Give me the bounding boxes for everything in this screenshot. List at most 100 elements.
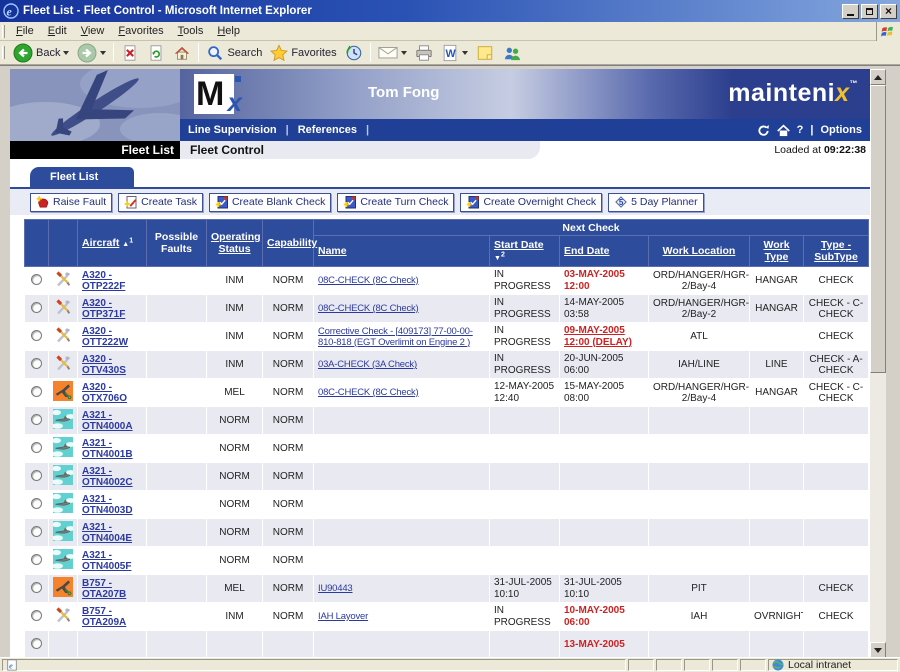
scroll-thumb[interactable] <box>870 85 886 373</box>
toolbar-grip2[interactable] <box>2 46 5 59</box>
options-link[interactable]: Options <box>820 124 862 136</box>
row-select-radio[interactable] <box>31 470 42 481</box>
back-dropdown-icon[interactable] <box>63 51 69 58</box>
menu-item[interactable]: File <box>9 23 41 39</box>
discuss-button[interactable] <box>472 43 498 63</box>
check-name-link[interactable]: 08C-CHECK (8C Check) <box>318 275 419 286</box>
refresh-button[interactable] <box>143 43 169 63</box>
aircraft-link[interactable]: A320 - OTV430S <box>82 354 126 376</box>
work-location-sort-link[interactable]: Work Location <box>663 245 736 257</box>
help-link[interactable]: ? <box>797 124 804 136</box>
row-select-radio[interactable] <box>31 582 42 593</box>
minimize-button[interactable] <box>842 4 859 19</box>
action-button[interactable]: 5 Create Task <box>118 193 203 212</box>
row-select-radio[interactable] <box>31 358 42 369</box>
menu-item[interactable]: Help <box>210 23 247 39</box>
check-name-link[interactable]: 08C-CHECK (8C Check) <box>318 303 419 314</box>
action-button[interactable]: 5 Create Overnight Check <box>460 193 602 212</box>
airplane-photo <box>10 69 180 141</box>
action-button[interactable]: 5 5 Day Planner <box>608 193 704 212</box>
aircraft-link[interactable]: A320 - OTT222W <box>82 326 128 348</box>
row-select-radio[interactable] <box>31 638 42 649</box>
row-select-radio[interactable] <box>31 498 42 509</box>
aircraft-link[interactable]: B757 - OTA207B <box>82 578 126 600</box>
action-button[interactable]: 5 Create Blank Check <box>209 193 331 212</box>
back-button[interactable]: Back <box>9 42 73 64</box>
aircraft-link[interactable]: A320 - OTP371F <box>82 298 125 320</box>
check-name-link[interactable]: IAH Layover <box>318 611 368 622</box>
type-subtype-cell: CHECK <box>804 267 869 295</box>
check-name-link[interactable]: Corrective Check - [409173] 77-00-00-810… <box>318 326 485 348</box>
page-refresh-icon[interactable] <box>757 124 770 137</box>
aircraft-link[interactable]: A321 - OTN4003D <box>82 494 133 516</box>
aircraft-link[interactable]: A321 - OTN4004E <box>82 522 132 544</box>
note-icon <box>476 44 494 62</box>
menu-item[interactable]: Favorites <box>111 23 170 39</box>
start-date-cell: 31-JUL-2005 10:10 <box>490 575 560 603</box>
end-date-sort-link[interactable]: End Date <box>564 245 610 257</box>
select-cell <box>25 463 49 491</box>
menu-item[interactable]: View <box>74 23 112 39</box>
aircraft-link[interactable]: A321 - OTN4000A <box>82 410 133 432</box>
type-subtype-sort-link[interactable]: Type - SubType <box>814 239 858 263</box>
vertical-scrollbar[interactable] <box>870 69 886 658</box>
home-button[interactable] <box>169 43 195 63</box>
history-button[interactable] <box>341 43 367 63</box>
start-date-sort-link[interactable]: Start Date <box>494 239 544 251</box>
nav-separator: | <box>810 124 813 136</box>
action-button[interactable]: 5 Raise Fault <box>30 193 112 212</box>
stop-button[interactable] <box>117 43 143 63</box>
tab-fleet-list[interactable]: Fleet List <box>30 167 134 187</box>
forward-button[interactable] <box>73 42 110 64</box>
capability-sort-link[interactable]: Capability <box>267 237 317 249</box>
close-button[interactable]: × <box>880 4 897 19</box>
work-type-sort-link[interactable]: Work Type <box>763 239 789 263</box>
check-name-link[interactable]: 08C-CHECK (8C Check) <box>318 387 419 398</box>
aircraft-link[interactable]: A321 - OTN4001B <box>82 438 133 460</box>
work-type-cell <box>750 323 804 351</box>
check-name-link[interactable]: IU90443 <box>318 583 353 594</box>
start-date-cell <box>490 463 560 491</box>
messenger-button[interactable] <box>498 44 526 62</box>
restore-button[interactable] <box>861 4 878 19</box>
check-name-link[interactable]: 03A-CHECK (3A Check) <box>318 359 417 370</box>
row-select-radio[interactable] <box>31 414 42 425</box>
row-select-radio[interactable] <box>31 274 42 285</box>
select-cell <box>25 435 49 463</box>
forward-dropdown-icon[interactable] <box>100 51 106 58</box>
nav-link[interactable]: References <box>298 124 357 136</box>
mail-dropdown-icon[interactable] <box>401 51 407 58</box>
row-select-radio[interactable] <box>31 526 42 537</box>
print-button[interactable] <box>411 43 437 63</box>
name-sort-link[interactable]: Name <box>318 245 347 257</box>
aircraft-link[interactable]: A321 - OTN4002C <box>82 466 133 488</box>
aircraft-sort-link[interactable]: Aircraft <box>82 237 119 249</box>
table-row: A320 - OTP222F INM NORM 08C-CHECK (8C Ch… <box>25 267 869 295</box>
action-button[interactable]: 5 Create Turn Check <box>337 193 454 212</box>
page-home-icon[interactable] <box>777 124 790 137</box>
mail-button[interactable] <box>374 44 411 61</box>
menu-item[interactable]: Tools <box>171 23 211 39</box>
favorites-button[interactable]: Favorites <box>266 43 340 63</box>
edit-with-word-button[interactable]: W <box>437 43 472 63</box>
aircraft-link[interactable]: B757 - OTA209A <box>82 606 126 628</box>
aircraft-link[interactable]: A320 - OTX706O <box>82 382 127 404</box>
row-select-radio[interactable] <box>31 302 42 313</box>
menu-item[interactable]: Edit <box>41 23 74 39</box>
search-button[interactable]: Search <box>202 43 266 63</box>
nav-link[interactable]: Line Supervision <box>188 124 277 136</box>
row-select-radio[interactable] <box>31 442 42 453</box>
end-date-value[interactable]: 09-MAY-2005 12:00 (DELAY) <box>564 325 632 348</box>
row-select-radio[interactable] <box>31 610 42 621</box>
messenger-icon <box>502 45 522 61</box>
row-select-radio[interactable] <box>31 386 42 397</box>
edit-dropdown-icon[interactable] <box>462 51 468 58</box>
operating-status-sort-link[interactable]: Operating Status <box>211 231 261 255</box>
scroll-down-button[interactable] <box>870 642 886 658</box>
row-select-radio[interactable] <box>31 554 42 565</box>
scroll-up-button[interactable] <box>870 69 886 85</box>
toolbar-grip[interactable] <box>2 25 5 38</box>
aircraft-link[interactable]: A320 - OTP222F <box>82 270 125 292</box>
aircraft-link[interactable]: A321 - OTN4005F <box>82 550 131 572</box>
row-select-radio[interactable] <box>31 330 42 341</box>
